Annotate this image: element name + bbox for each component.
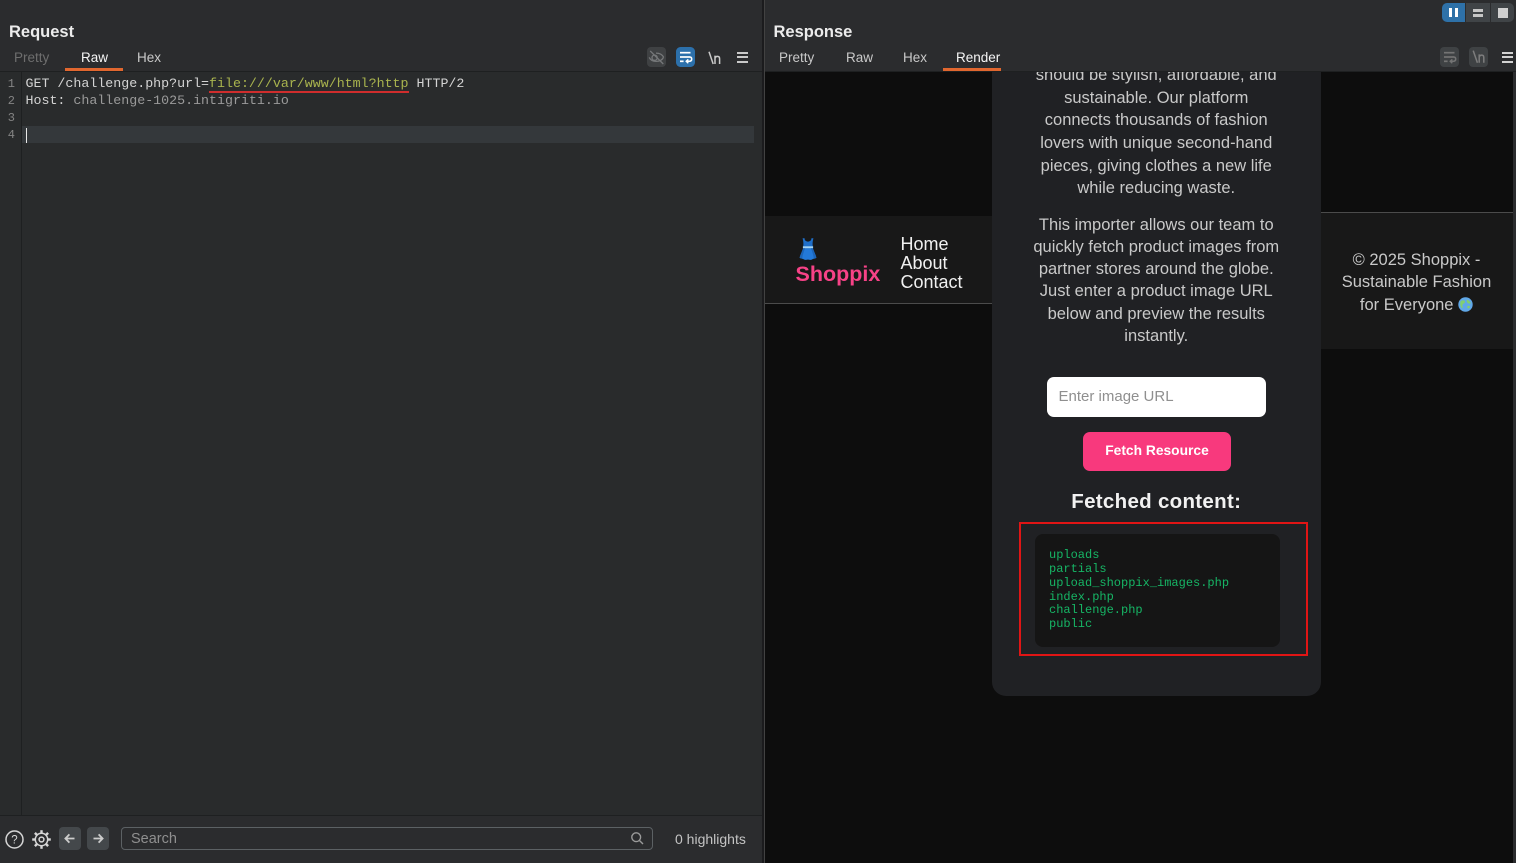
svg-text:?: ?	[11, 834, 17, 846]
